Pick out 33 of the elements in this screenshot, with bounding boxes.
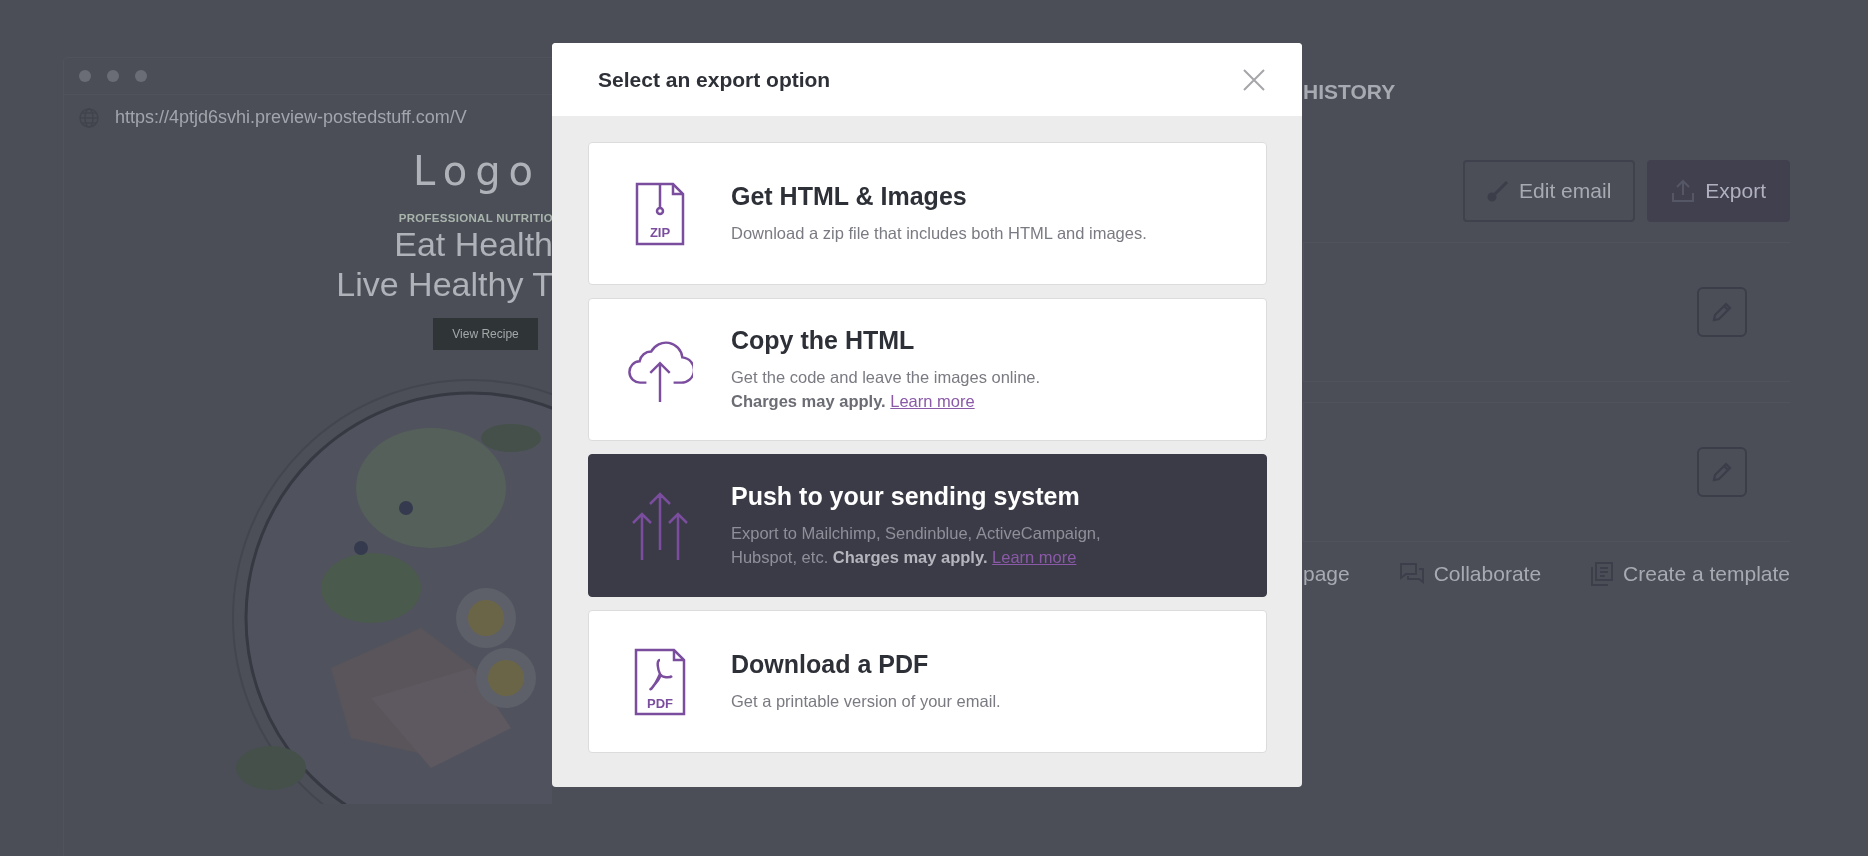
action-link[interactable]: page xyxy=(1303,562,1350,586)
export-option[interactable]: PDF Download a PDF Get a printable version of your email. xyxy=(588,610,1267,753)
learn-more-link[interactable]: Learn more xyxy=(890,392,975,410)
window-dot xyxy=(107,70,119,82)
export-button[interactable]: Export xyxy=(1647,160,1790,222)
window-dot xyxy=(79,70,91,82)
option-title: Get HTML & Images xyxy=(731,182,968,211)
pdf-file-icon: PDF xyxy=(634,647,686,716)
edit-email-button[interactable]: Edit email xyxy=(1463,160,1636,222)
export-option[interactable]: Copy the HTML Get the code and leave the images online. Charges may apply. Learn more xyxy=(588,298,1267,441)
view-recipe-button[interactable]: View Recipe xyxy=(433,318,538,350)
option-title: Download a PDF xyxy=(731,650,930,679)
zip-file-icon: ZIP xyxy=(635,181,685,246)
eyebrow-text: PROFESSIONAL NUTRITIO xyxy=(398,212,552,224)
dialog-title: Select an export option xyxy=(598,67,831,92)
headline: Live Healthy T xyxy=(336,264,552,304)
close-icon xyxy=(1242,67,1266,92)
option-title: Push to your sending system xyxy=(731,482,1081,511)
option-description: Get the code and leave the images online. Charges may apply. Learn more xyxy=(731,367,1041,412)
upload-arrows-icon xyxy=(631,491,689,560)
option-description: Export to Mailchimp, Sendinblue, ActiveCampaign, Hubspot, etc. Charges may apply. Learn more xyxy=(731,523,1101,568)
action-link[interactable]: Create a template xyxy=(1591,562,1790,586)
logo: Logo xyxy=(413,148,541,194)
option-description: Get a printable version of your email. xyxy=(731,691,1001,712)
export-option[interactable]: ZIP Get HTML & Images Download a zip file that includes both HTML and images. xyxy=(588,142,1267,285)
option-description: Download a zip file that includes both HTML and images. xyxy=(731,223,1147,244)
export-option[interactable]: Push to your sending system Export to Mailchimp, Sendinblue, ActiveCampaign, Hubspot, etc. Charges may apply. Learn more xyxy=(588,454,1267,597)
headline: Eat Health xyxy=(394,224,552,264)
history-heading: HISTORY xyxy=(1303,80,1397,104)
window-dot xyxy=(135,70,147,82)
action-link[interactable]: Collaborate xyxy=(1399,562,1542,586)
option-title: Copy the HTML xyxy=(731,326,916,355)
url-text: https://4ptjd6svhi.preview-postedstuff.com/V xyxy=(115,107,467,128)
